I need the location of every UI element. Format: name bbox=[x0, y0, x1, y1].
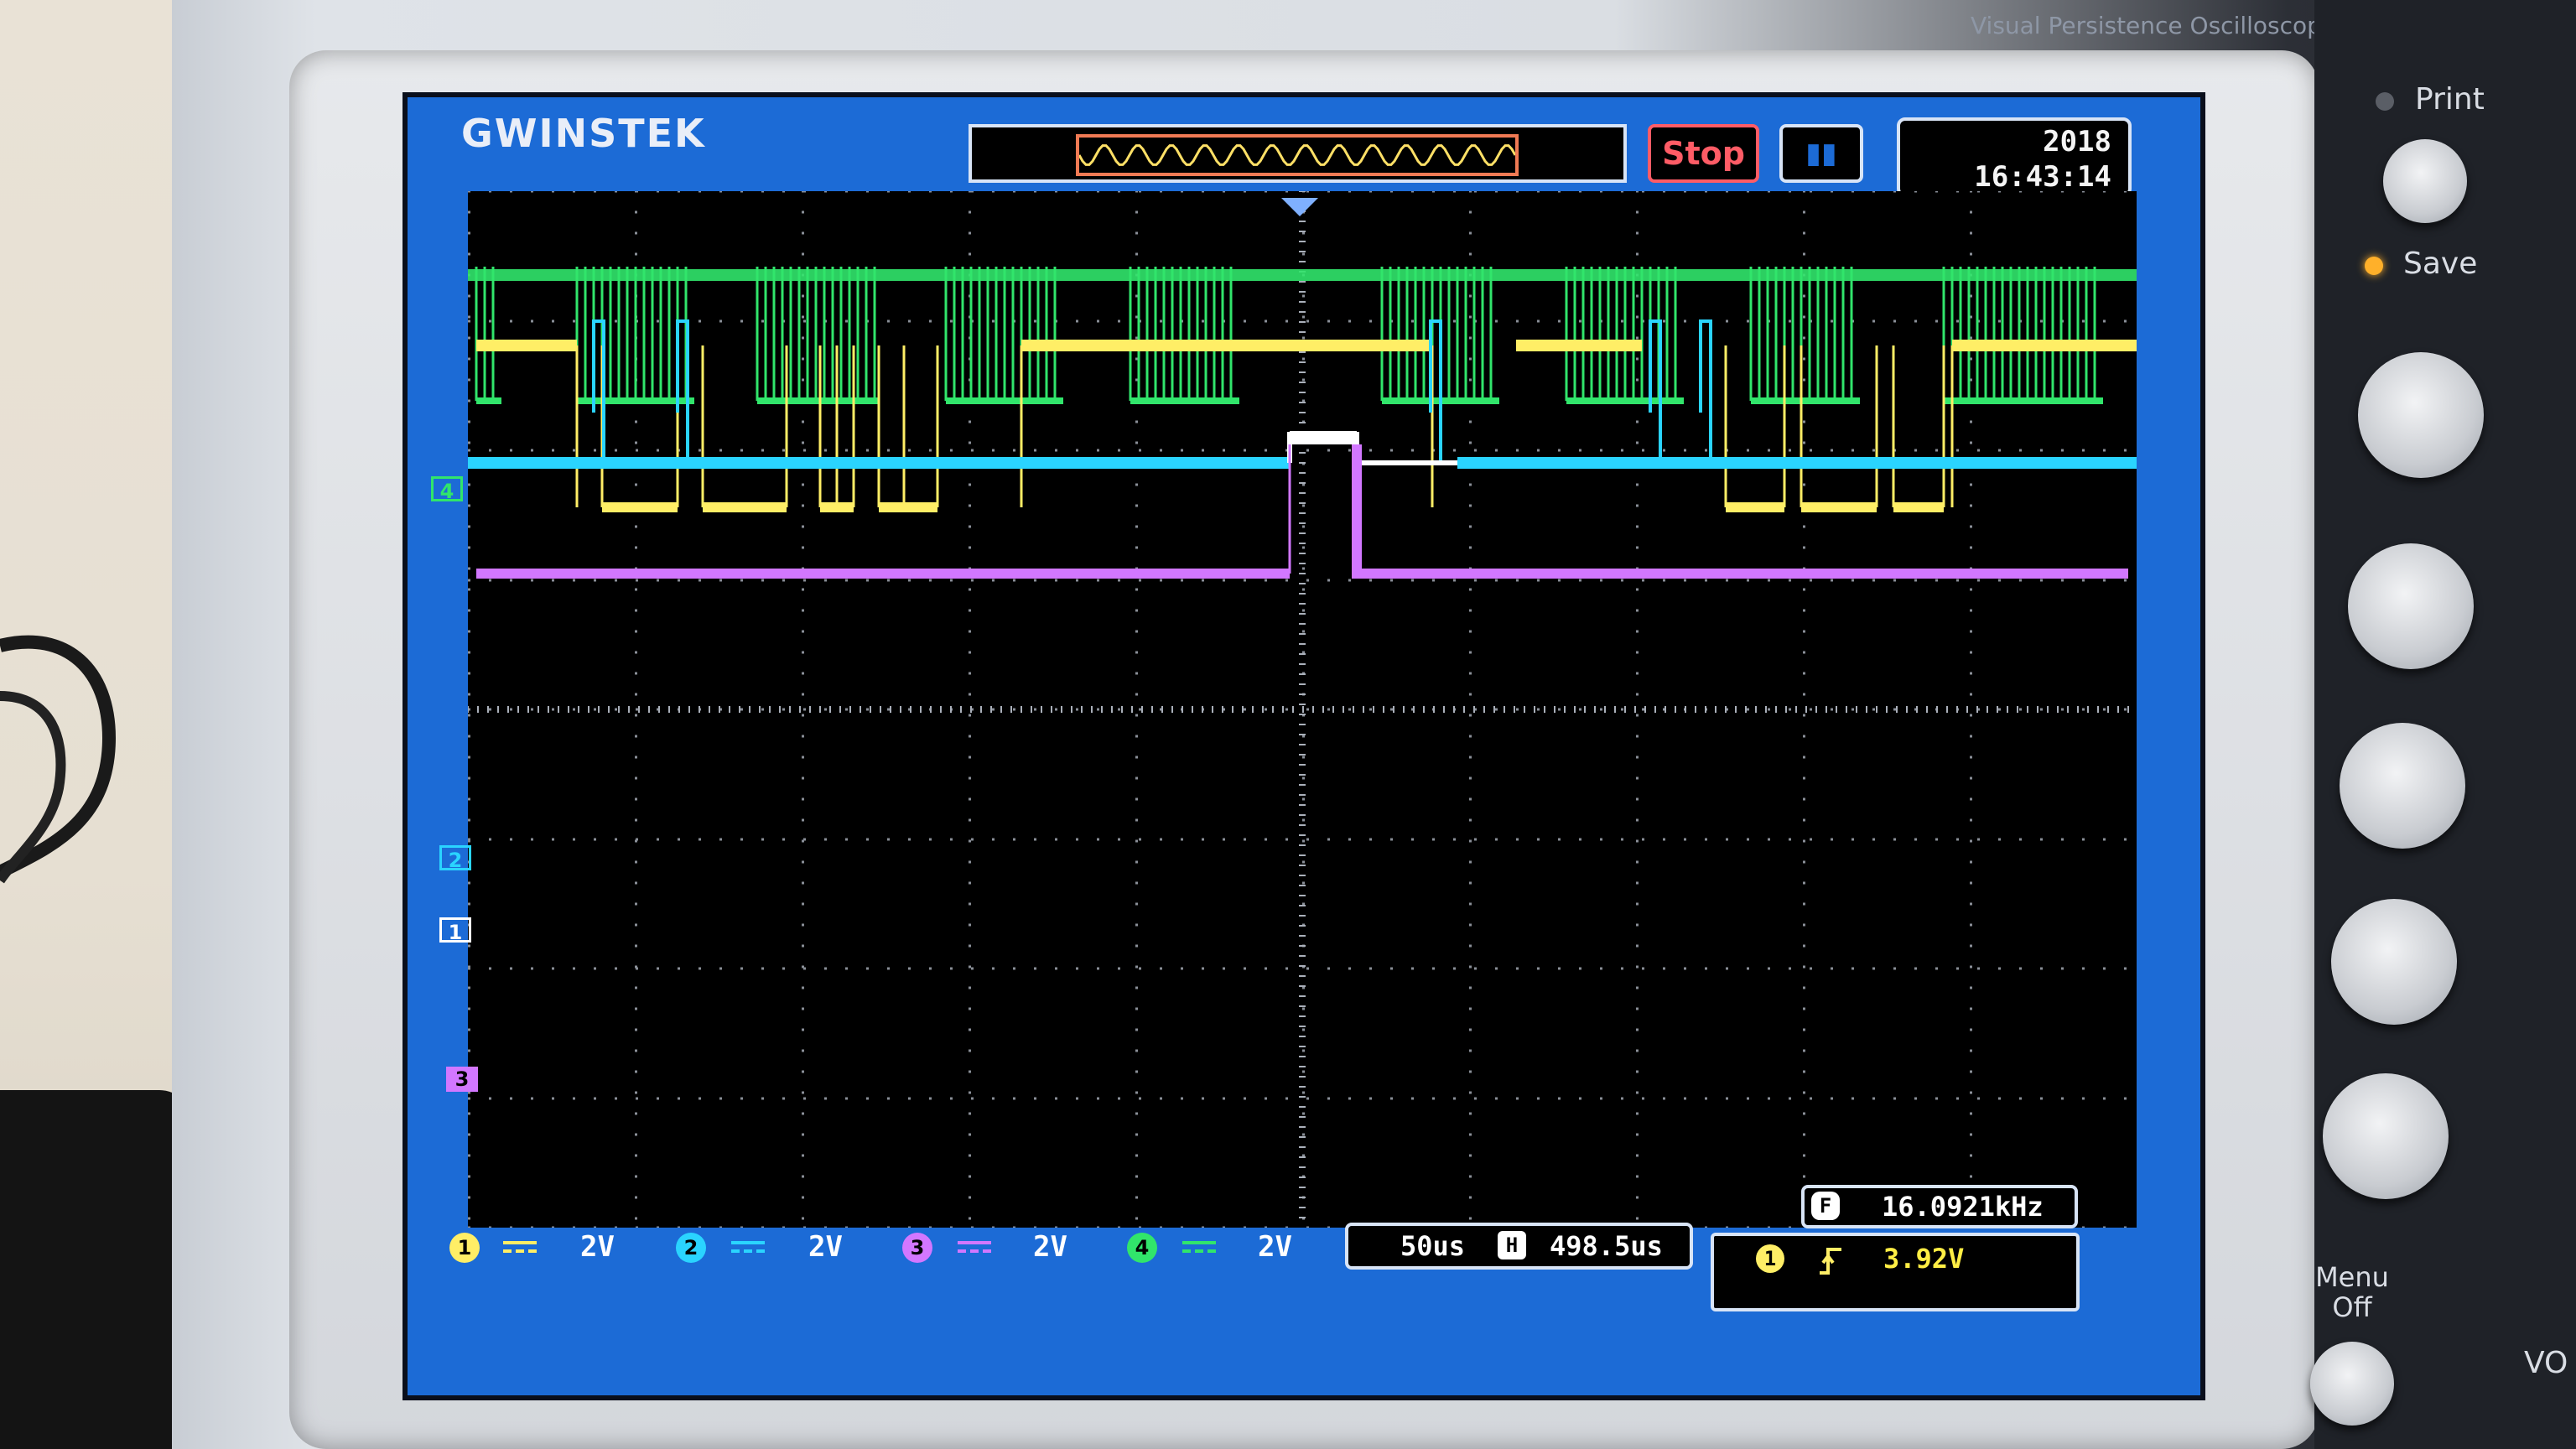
print-led bbox=[2376, 92, 2394, 111]
memory-waveform-icon bbox=[1078, 144, 1517, 166]
brand-logo: GWINSTEK bbox=[461, 111, 706, 156]
menu-button-4[interactable] bbox=[2331, 899, 2457, 1025]
dc-coupling-icon bbox=[958, 1241, 991, 1253]
channel-2-badge: 2 bbox=[676, 1233, 706, 1263]
channel-4-marker: 4 bbox=[431, 476, 463, 503]
frequency-value: 16.0921kHz bbox=[1882, 1191, 2044, 1223]
trigger-position-marker bbox=[1281, 198, 1318, 216]
dc-coupling-icon bbox=[1182, 1241, 1216, 1253]
channel-1-marker: 1 bbox=[439, 917, 471, 944]
print-label: Print bbox=[2415, 82, 2485, 117]
clock: 2018 16:43:14 bbox=[1897, 117, 2132, 197]
menu-button-1[interactable] bbox=[2358, 352, 2484, 478]
save-label: Save bbox=[2403, 247, 2478, 281]
print-button[interactable] bbox=[2383, 139, 2467, 223]
channel-2-marker: 2 bbox=[439, 845, 471, 872]
channel-4-badge: 4 bbox=[1127, 1233, 1157, 1263]
channel-3-scale: 2V bbox=[1033, 1230, 1067, 1264]
trigger-level: 3.92V bbox=[1883, 1243, 1965, 1275]
cable bbox=[0, 635, 117, 884]
dark-device bbox=[0, 1090, 193, 1449]
model-subtitle: Visual Persistence Oscilloscope bbox=[1971, 12, 2337, 39]
channel-1-scale: 2V bbox=[580, 1230, 615, 1264]
menu-off-button[interactable] bbox=[2310, 1342, 2394, 1426]
channel-2-trace bbox=[476, 319, 2137, 512]
waveform-grid bbox=[467, 190, 2139, 1229]
menu-off-label: Menu Off bbox=[2315, 1261, 2389, 1323]
horizontal-position-icon: H bbox=[1498, 1231, 1526, 1259]
vo-label: VO bbox=[2524, 1346, 2568, 1380]
menu-button-5[interactable] bbox=[2323, 1073, 2449, 1199]
clock-year: 2018 bbox=[2043, 125, 2111, 158]
clock-time: 16:43:14 bbox=[1974, 160, 2111, 194]
dc-coupling-icon bbox=[731, 1241, 765, 1253]
channel-3-marker: 3 bbox=[446, 1067, 478, 1092]
frequency-readout: F 16.0921kHz bbox=[1801, 1185, 2078, 1228]
run-stop-status: Stop bbox=[1648, 124, 1759, 183]
channel-3-badge: 3 bbox=[902, 1233, 932, 1263]
channel-4-scale: 2V bbox=[1258, 1230, 1292, 1264]
dc-coupling-icon bbox=[503, 1241, 537, 1253]
trigger-info: 1 3.92V bbox=[1711, 1233, 2080, 1311]
memory-window bbox=[1076, 134, 1519, 176]
menu-button-3[interactable] bbox=[2340, 723, 2465, 849]
trigger-status-box: ▮▮ bbox=[1779, 124, 1863, 183]
channel-1-trace bbox=[468, 431, 2137, 469]
frequency-icon: F bbox=[1811, 1192, 1840, 1220]
timebase-value: 50us bbox=[1400, 1230, 1466, 1262]
trigger-source-badge: 1 bbox=[1756, 1244, 1784, 1273]
timebase-box: 50us H 498.5us bbox=[1345, 1223, 1693, 1270]
channel-2-scale: 2V bbox=[808, 1230, 843, 1264]
waveform-display bbox=[467, 190, 2139, 1229]
channel-1-badge: 1 bbox=[449, 1233, 480, 1263]
menu-button-2[interactable] bbox=[2348, 543, 2474, 669]
save-led bbox=[2365, 257, 2383, 275]
horizontal-position-value: 498.5us bbox=[1550, 1230, 1663, 1262]
rising-edge-icon bbox=[1820, 1248, 1841, 1275]
